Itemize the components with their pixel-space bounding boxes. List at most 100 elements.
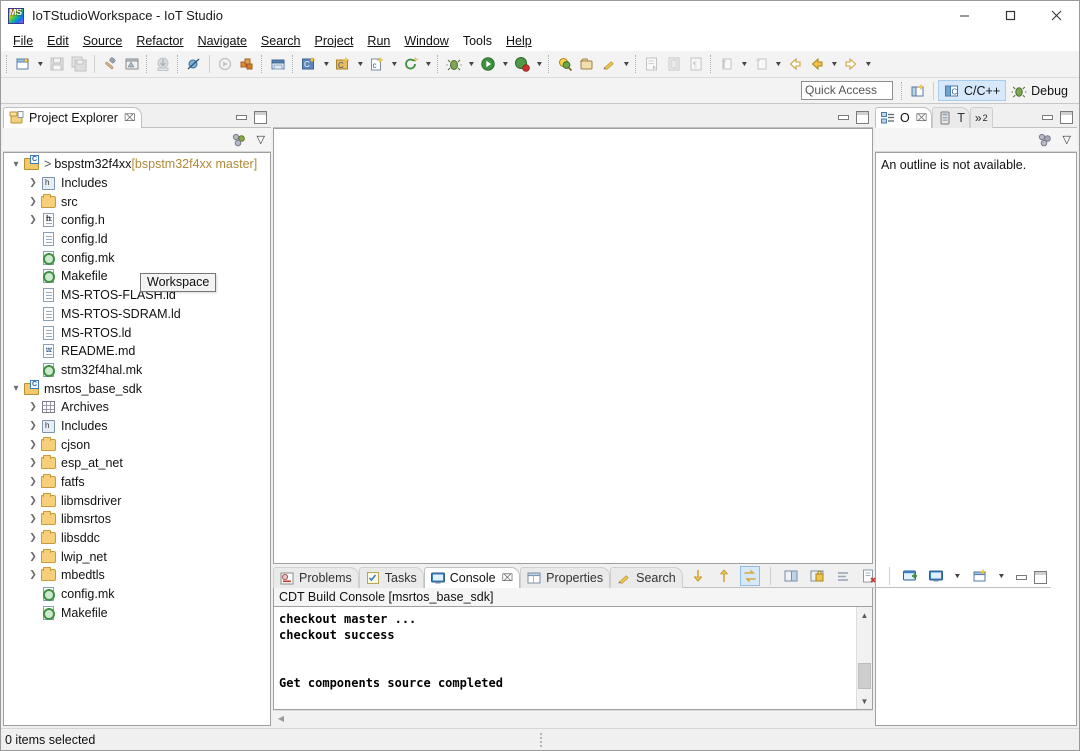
menu-file[interactable]: File (6, 32, 40, 50)
new-cpp-class-dropdown[interactable] (354, 53, 366, 75)
tree-item[interactable]: libsddc (4, 529, 270, 548)
tab-search[interactable]: Search (610, 567, 683, 588)
tree-twisty-closed-icon[interactable] (25, 552, 41, 562)
debug-icon[interactable] (443, 53, 465, 75)
maximize-button[interactable] (987, 1, 1033, 30)
refresh-dropdown[interactable] (422, 53, 434, 75)
new-wizard-icon[interactable] (12, 53, 34, 75)
console-output-area[interactable]: clone success checkout master ... checko… (273, 606, 873, 710)
tree-item[interactable]: >bspstm32f4xx [bspstm32f4xx master] (4, 155, 270, 174)
tree-twisty-closed-icon[interactable] (25, 421, 41, 431)
perspective-cpp[interactable]: C C/C++ (938, 80, 1007, 101)
tree-twisty-closed-icon[interactable] (25, 533, 41, 543)
tree-twisty-closed-icon[interactable] (25, 440, 41, 450)
maximize-outline-icon[interactable] (1059, 110, 1073, 124)
tree-item[interactable]: lwip_net (4, 547, 270, 566)
scroll-left-arrow-icon[interactable]: ◀ (273, 711, 289, 727)
tab-task-list[interactable]: T (932, 107, 970, 128)
pencil-dropdown[interactable] (620, 53, 632, 75)
menu-source[interactable]: Source (76, 32, 130, 50)
menu-refactor[interactable]: Refactor (129, 32, 190, 50)
build-config-icon[interactable] (236, 53, 258, 75)
menu-help[interactable]: Help (499, 32, 539, 50)
tree-item[interactable]: stm32f4hal.mk (4, 361, 270, 380)
refresh-icon[interactable] (400, 53, 422, 75)
tree-twisty-closed-icon[interactable] (25, 458, 41, 468)
console-vertical-scrollbar[interactable]: ▲ ▼ (856, 607, 872, 709)
tree-twisty-closed-icon[interactable] (25, 178, 41, 188)
minimize-editor-icon[interactable] (836, 110, 849, 123)
display-console-dropdown[interactable] (952, 565, 964, 587)
minimize-outline-icon[interactable] (1040, 110, 1053, 123)
back-history-icon[interactable] (806, 53, 828, 75)
tree-item[interactable]: libmsdriver (4, 491, 270, 510)
tree-item[interactable]: cjson (4, 435, 270, 454)
maximize-editor-icon[interactable] (855, 110, 869, 124)
tab-close-icon[interactable]: ⌧ (916, 113, 928, 124)
tree-twisty-closed-icon[interactable] (25, 570, 41, 580)
pencil-icon[interactable] (598, 53, 620, 75)
tab-problems[interactable]: Problems (273, 567, 359, 588)
tree-item[interactable]: Includes (4, 174, 270, 193)
tree-item[interactable]: fatfs (4, 473, 270, 492)
tree-item[interactable]: config.h (4, 211, 270, 230)
menu-project[interactable]: Project (308, 32, 361, 50)
empty-editor-canvas[interactable] (273, 128, 873, 564)
forward-icon[interactable] (840, 53, 862, 75)
profile-icon[interactable] (511, 53, 533, 75)
tree-item[interactable]: esp_at_net (4, 454, 270, 473)
view-menu-icon[interactable] (1063, 133, 1071, 146)
minimize-console-icon[interactable] (1014, 570, 1027, 583)
new-perspective-icon[interactable] (907, 80, 929, 102)
perspective-debug[interactable]: Debug (1006, 80, 1073, 101)
tab-project-explorer[interactable]: Project Explorer ⌧ (3, 107, 143, 128)
project-tree[interactable]: >bspstm32f4xx [bspstm32f4xx master] Inclu… (3, 152, 271, 726)
search-icon[interactable] (554, 53, 576, 75)
tree-item[interactable]: libmsrtos (4, 510, 270, 529)
build-all-icon[interactable] (121, 53, 143, 75)
tree-item[interactable]: msrtos_base_sdk (4, 379, 270, 398)
tree-twisty-open-icon[interactable] (8, 159, 24, 170)
open-console-dropdown[interactable] (996, 565, 1008, 587)
forward-nav-dropdown[interactable] (772, 53, 784, 75)
skip-breakpoints-icon[interactable] (183, 53, 205, 75)
close-button[interactable] (1033, 1, 1079, 30)
menu-run[interactable]: Run (360, 32, 397, 50)
scroll-up-icon[interactable] (714, 566, 734, 586)
tree-twisty-closed-icon[interactable] (25, 477, 41, 487)
tree-item[interactable]: README.md (4, 342, 270, 361)
back-icon[interactable] (784, 53, 806, 75)
remove-console-icon[interactable] (859, 566, 879, 586)
tree-item[interactable]: config.mk (4, 585, 270, 604)
scroll-lock-icon[interactable] (739, 566, 760, 586)
tree-twisty-closed-icon[interactable] (25, 496, 41, 506)
last-edit-dropdown[interactable] (738, 53, 750, 75)
menu-navigate[interactable]: Navigate (191, 32, 254, 50)
minimize-button[interactable] (941, 1, 987, 30)
back-history-dropdown[interactable] (828, 53, 840, 75)
tree-item[interactable]: src (4, 192, 270, 211)
tree-twisty-open-icon[interactable] (8, 383, 24, 394)
tree-item[interactable]: Archives (4, 398, 270, 417)
console-horizontal-scrollbar[interactable]: ◀ (273, 710, 873, 726)
menu-edit[interactable]: Edit (40, 32, 76, 50)
tab-tasks[interactable]: Tasks (358, 567, 424, 588)
maximize-view-icon[interactable] (253, 110, 267, 124)
run-icon[interactable] (477, 53, 499, 75)
new-console-view-icon[interactable] (900, 566, 920, 586)
tab-properties[interactable]: Properties (520, 567, 611, 588)
quick-access-input[interactable]: Quick Access (801, 81, 894, 100)
build-hammer-icon[interactable] (99, 53, 121, 75)
open-folder-icon[interactable] (267, 53, 289, 75)
view-menu-icon[interactable] (257, 133, 265, 146)
tree-item[interactable]: mbedtls (4, 566, 270, 585)
sort-icon[interactable] (1034, 129, 1056, 151)
pin-console-icon[interactable] (781, 566, 801, 586)
tree-item[interactable]: config.mk (4, 248, 270, 267)
open-console-icon[interactable] (970, 566, 990, 586)
lock-console-icon[interactable] (807, 566, 827, 586)
tree-twisty-closed-icon[interactable] (25, 402, 41, 412)
scroll-thumb[interactable] (858, 663, 871, 689)
run-dropdown[interactable] (499, 53, 511, 75)
tree-twisty-closed-icon[interactable] (25, 197, 41, 207)
